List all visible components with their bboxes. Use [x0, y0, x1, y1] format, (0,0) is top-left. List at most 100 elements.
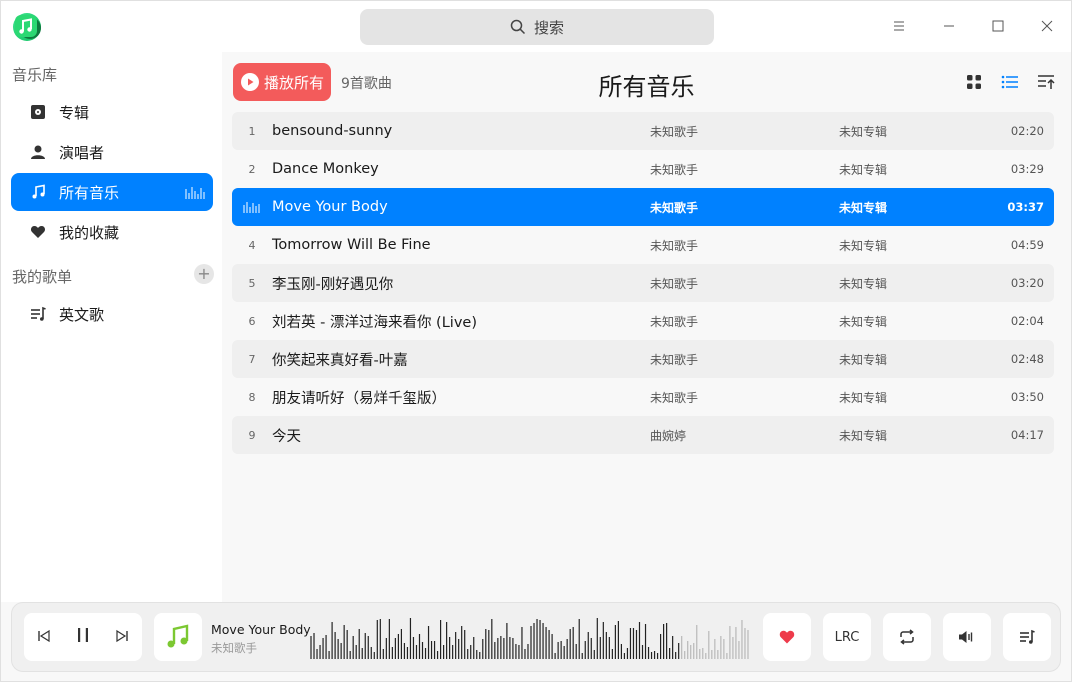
song-duration: 03:20 — [1010, 276, 1044, 290]
album-icon — [29, 103, 47, 121]
now-playing-title: Move Your Body — [211, 622, 311, 637]
song-artist: 未知歌手 — [650, 314, 699, 329]
pause-icon — [77, 628, 88, 642]
title-bar: 搜索 — [1, 1, 1071, 52]
next-button[interactable] — [115, 628, 129, 647]
sidebar: 音乐库 专辑 演唱者 所有音乐 我的收藏 我的歌单 + 英文歌 — [1, 52, 222, 602]
sort-button[interactable] — [1036, 72, 1056, 92]
grid-view-icon — [967, 75, 981, 89]
song-artist: 未知歌手 — [650, 200, 699, 215]
song-title: 朋友请听好（易烊千玺版） — [272, 390, 446, 407]
song-row[interactable]: 7 你笑起来真好看-叶嘉 未知歌手 未知专辑 02:48 — [232, 340, 1054, 378]
search-input[interactable]: 搜索 — [360, 9, 714, 45]
repeat-button[interactable] — [883, 613, 931, 661]
song-artist: 未知歌手 — [650, 352, 699, 367]
song-title: 今天 — [272, 428, 301, 445]
song-duration: 04:59 — [1010, 238, 1044, 252]
volume-icon — [959, 631, 973, 643]
minimize-button[interactable] — [936, 13, 962, 39]
sidebar-item-favorites[interactable]: 我的收藏 — [11, 213, 213, 251]
playlist-icon — [29, 305, 47, 323]
song-row[interactable]: 4 Tomorrow Will Be Fine 未知歌手 未知专辑 04:59 — [232, 226, 1054, 264]
sidebar-item-all-music[interactable]: 所有音乐 — [11, 173, 213, 211]
repeat-icon — [900, 629, 914, 645]
lyrics-button[interactable]: LRC — [823, 613, 871, 661]
sidebar-playlists-heading: 我的歌单 — [12, 268, 73, 286]
sidebar-item-label: 所有音乐 — [59, 183, 120, 202]
sidebar-item-albums[interactable]: 专辑 — [11, 93, 213, 131]
song-album: 未知专辑 — [839, 390, 888, 405]
song-duration: 02:04 — [1010, 314, 1044, 328]
app-logo-icon — [13, 13, 41, 41]
song-artist: 未知歌手 — [650, 276, 699, 291]
favorite-button[interactable] — [763, 613, 811, 661]
song-count: 9首歌曲 — [341, 76, 392, 92]
main-panel: 所有音乐 播放所有 9首歌曲 1 bensound-sunny 未知歌手 未知专… — [222, 52, 1071, 602]
song-album: 未知专辑 — [839, 276, 888, 291]
song-row[interactable]: 8 朋友请听好（易烊千玺版） 未知歌手 未知专辑 03:50 — [232, 378, 1054, 416]
sidebar-item-artists[interactable]: 演唱者 — [11, 133, 213, 171]
sidebar-item-label: 专辑 — [59, 103, 90, 122]
list-view-icon — [1001, 75, 1018, 89]
previous-button[interactable] — [37, 628, 51, 647]
menu-icon — [894, 21, 904, 31]
song-duration: 03:37 — [1007, 200, 1044, 214]
song-title: Tomorrow Will Be Fine — [272, 237, 431, 253]
song-album: 未知专辑 — [839, 428, 888, 443]
volume-button[interactable] — [943, 613, 991, 661]
music-note-icon — [29, 183, 47, 201]
artist-icon — [29, 143, 47, 161]
track-number: 4 — [248, 238, 256, 252]
play-all-label: 播放所有 — [264, 73, 325, 92]
menu-button[interactable] — [886, 13, 912, 39]
song-album: 未知专辑 — [839, 162, 888, 177]
song-duration: 03:50 — [1010, 390, 1044, 404]
close-icon — [1041, 20, 1053, 32]
song-row[interactable]: 9 今天 曲婉婷 未知专辑 04:17 — [232, 416, 1054, 454]
play-all-button[interactable]: 播放所有 — [233, 63, 331, 101]
song-duration: 03:29 — [1010, 162, 1044, 176]
pause-button[interactable] — [76, 627, 90, 647]
search-placeholder: 搜索 — [533, 18, 564, 37]
now-playing-icon — [243, 202, 260, 213]
player-bar: Move Your Body 未知歌手 LRC — [11, 602, 1061, 672]
song-artist: 未知歌手 — [650, 238, 699, 253]
next-icon — [116, 629, 129, 642]
waveform-progress[interactable] — [310, 613, 750, 661]
track-number: 9 — [248, 428, 256, 442]
sort-icon — [1038, 75, 1055, 89]
song-row[interactable]: 1 bensound-sunny 未知歌手 未知专辑 02:20 — [232, 112, 1054, 150]
playlist-queue-button[interactable] — [1003, 613, 1051, 661]
lyrics-label: LRC — [834, 629, 860, 645]
search-icon — [510, 19, 526, 35]
song-title: 刘若英 - 漂洋过海来看你 (Live) — [272, 314, 477, 331]
maximize-icon — [992, 20, 1004, 32]
maximize-button[interactable] — [985, 13, 1011, 39]
sidebar-library-heading: 音乐库 — [12, 66, 58, 84]
grid-view-button[interactable] — [964, 72, 984, 92]
song-album: 未知专辑 — [839, 352, 888, 367]
add-playlist-button[interactable]: + — [194, 264, 214, 284]
song-row-playing[interactable]: Move Your Body 未知歌手 未知专辑 03:37 — [232, 188, 1054, 226]
album-cover[interactable] — [154, 613, 202, 661]
app-window: 搜索 音乐库 专辑 演唱者 所有音乐 我的收藏 我的歌单 + 英文歌 所有音乐 … — [0, 0, 1072, 682]
music-note-icon — [167, 624, 189, 648]
minimize-icon — [944, 25, 954, 27]
track-number: 7 — [248, 352, 256, 366]
sidebar-item-playlist[interactable]: 英文歌 — [11, 295, 213, 333]
song-album: 未知专辑 — [839, 200, 888, 215]
song-duration: 02:20 — [1010, 124, 1044, 138]
song-album: 未知专辑 — [839, 314, 888, 329]
song-row[interactable]: 6 刘若英 - 漂洋过海来看你 (Live) 未知歌手 未知专辑 02:04 — [232, 302, 1054, 340]
song-title: 你笑起来真好看-叶嘉 — [272, 352, 408, 369]
now-playing-artist: 未知歌手 — [211, 641, 257, 655]
playlist-icon — [1020, 629, 1035, 644]
sidebar-item-label: 演唱者 — [59, 143, 105, 162]
list-view-button[interactable] — [1000, 72, 1020, 92]
play-icon — [241, 73, 259, 91]
song-row[interactable]: 2 Dance Monkey 未知歌手 未知专辑 03:29 — [232, 150, 1054, 188]
track-number: 5 — [248, 276, 256, 290]
song-album: 未知专辑 — [839, 238, 888, 253]
close-button[interactable] — [1034, 13, 1060, 39]
song-row[interactable]: 5 李玉刚-刚好遇见你 未知歌手 未知专辑 03:20 — [232, 264, 1054, 302]
